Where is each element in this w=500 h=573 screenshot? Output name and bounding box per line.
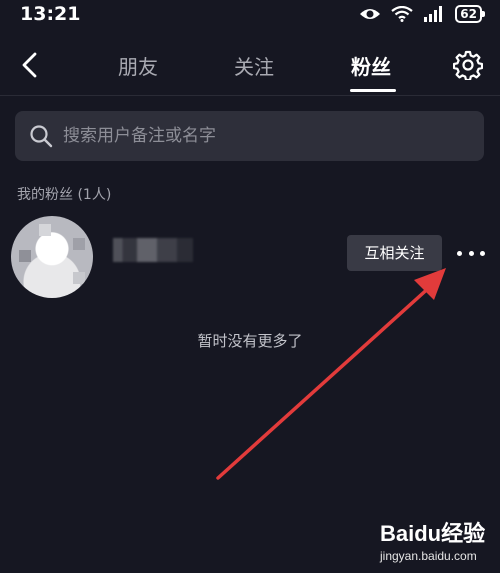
avatar-pixel: [73, 272, 85, 284]
search-box[interactable]: [15, 111, 484, 161]
watermark-logo: Baidu经验: [380, 521, 486, 546]
tab-following[interactable]: 关注: [234, 51, 274, 80]
gear-icon[interactable]: [453, 50, 483, 80]
more-dot: [457, 250, 462, 256]
watermark-url: jingyan.baidu.com: [380, 549, 477, 563]
avatar-pixel: [19, 250, 31, 262]
followers-section-title: 我的粉丝 (1人): [17, 187, 112, 203]
back-icon[interactable]: [16, 50, 46, 80]
avatar-pixel: [73, 238, 85, 250]
more-dot: [480, 250, 485, 256]
nav-divider: [0, 95, 500, 96]
username-redacted[interactable]: [113, 238, 193, 262]
mutual-follow-button[interactable]: 互相关注: [347, 235, 442, 271]
more-dot: [468, 250, 474, 256]
status-time: 13:21: [20, 3, 81, 25]
battery-icon: 62: [455, 5, 485, 23]
active-tab-indicator: [350, 89, 396, 92]
search-input[interactable]: [63, 111, 463, 161]
eye-icon: [360, 9, 381, 19]
top-nav: 朋友 关注 粉丝: [0, 40, 500, 92]
battery-level: 62: [460, 7, 477, 21]
avatar[interactable]: [11, 216, 93, 298]
wifi-icon: [391, 6, 413, 22]
no-more-text: 暂时没有更多了: [197, 332, 303, 350]
tab-friends[interactable]: 朋友: [118, 51, 158, 80]
more-icon[interactable]: [457, 248, 485, 258]
avatar-pixel: [39, 224, 51, 236]
status-icons: 62: [359, 4, 485, 24]
tab-followers[interactable]: 粉丝: [351, 51, 391, 80]
baidu-jingyan-watermark: Baidu经验 jingyan.baidu.com: [380, 516, 492, 570]
search-icon: [30, 125, 53, 148]
signal-icon: [424, 6, 443, 22]
status-bar: 13:21 62: [0, 0, 500, 30]
